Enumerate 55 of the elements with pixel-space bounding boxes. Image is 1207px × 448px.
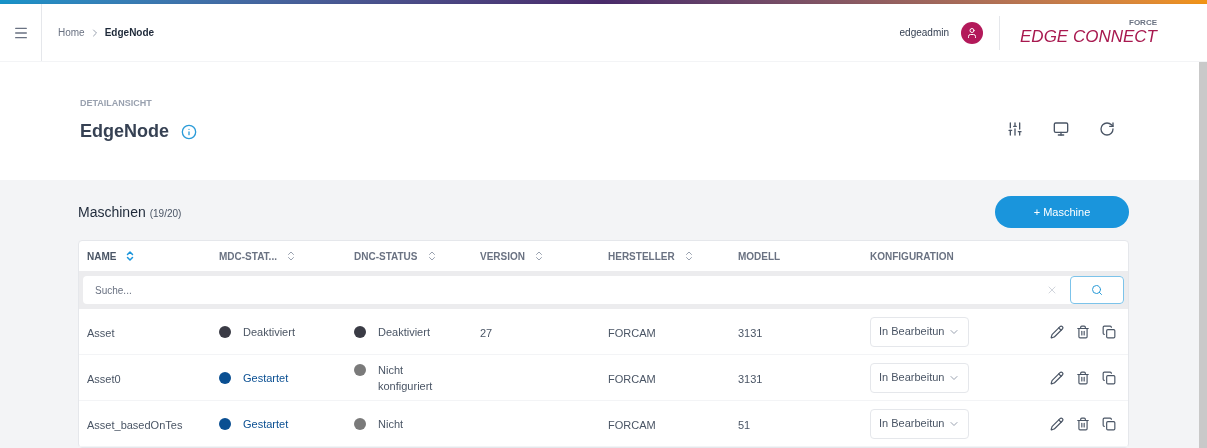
delete-icon[interactable] (1076, 370, 1090, 385)
delete-icon[interactable] (1076, 324, 1090, 339)
status-text: Gestartet (243, 416, 289, 432)
breadcrumb-link[interactable]: Home (58, 25, 85, 40)
configuration-select[interactable]: In Bearbeitun (870, 362, 970, 393)
edit-icon[interactable] (1050, 370, 1064, 385)
machine-name: Asset0 (87, 372, 121, 385)
status-text: Gestartet (243, 370, 289, 386)
edit-icon[interactable] (1050, 416, 1064, 431)
user-avatar[interactable] (961, 21, 984, 44)
breadcrumb-link[interactable]: EdgeNode (104, 25, 155, 40)
overline: DETAILANSICHT (80, 96, 153, 110)
scrollbar[interactable] (1199, 62, 1207, 448)
machine-count: (19/20) (149, 206, 182, 221)
manufacturer-text: FORCAM (608, 418, 656, 431)
status-text: Nicht (378, 416, 405, 432)
logo-text: EDGE CONNECT (1020, 26, 1157, 47)
model-text: 3131 (738, 372, 763, 385)
status-text: Nicht konfiguriert (378, 362, 434, 394)
edit-icon[interactable] (1050, 324, 1064, 339)
monitor-icon[interactable] (1053, 121, 1069, 137)
copy-icon[interactable] (1102, 324, 1116, 339)
manufacturer-text: FORCAM (608, 372, 656, 385)
column-header[interactable]: HERSTELLER (608, 248, 675, 264)
copy-icon[interactable] (1102, 416, 1116, 431)
page-title: EdgeNode (80, 120, 169, 144)
search-icon (1091, 284, 1103, 296)
column-header: KONFIGURATION (870, 249, 954, 264)
sort-icon[interactable] (533, 250, 545, 262)
column-header[interactable]: VERSION (480, 248, 525, 264)
column-header[interactable]: DNC-STATUS (354, 248, 418, 264)
column-header[interactable]: NAME (87, 248, 117, 264)
refresh-icon[interactable] (1099, 121, 1115, 137)
copy-icon[interactable] (1102, 370, 1116, 385)
model-text: 51 (738, 418, 751, 431)
machine-name: Asset (87, 326, 115, 339)
search-field[interactable]: Suche... (83, 276, 1124, 304)
column-header: MODELL (738, 249, 781, 264)
machine-name: Asset_basedOnTes (87, 418, 183, 431)
status-text: Deaktiviert (378, 324, 431, 340)
configuration-select[interactable]: In Bearbeitun (870, 316, 970, 347)
model-text: 3131 (738, 326, 763, 339)
search-input[interactable]: Suche... (95, 282, 1046, 298)
manufacturer-text: FORCAM (608, 326, 656, 339)
add-machine-button[interactable]: + Maschine (995, 196, 1129, 228)
version-text: 27 (480, 326, 493, 339)
sliders-icon[interactable] (1007, 121, 1023, 137)
logo-superscript: FORCE (1129, 18, 1157, 27)
delete-icon[interactable] (1076, 416, 1090, 431)
column-header[interactable]: MDC-STAT... (219, 248, 277, 264)
user-name: edgeadmin (899, 26, 950, 40)
section-title: Maschinen (78, 202, 146, 222)
status-text: Deaktiviert (243, 324, 295, 340)
configuration-select[interactable]: In Bearbeitun (870, 408, 970, 439)
info-icon[interactable] (181, 123, 197, 140)
